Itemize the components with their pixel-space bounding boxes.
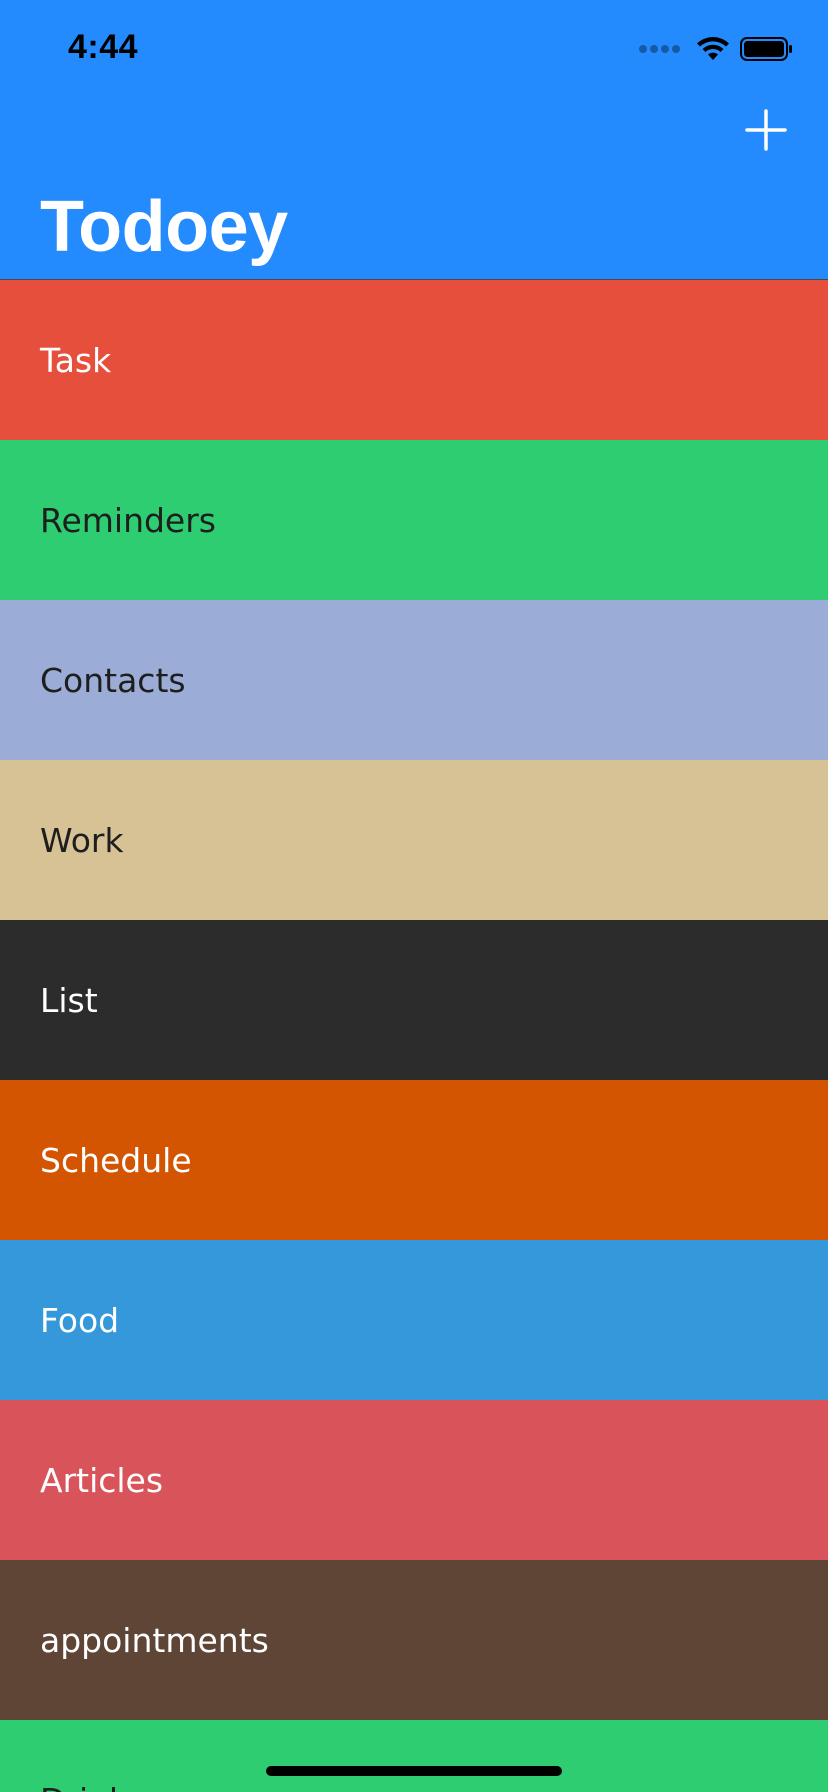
category-row-articles[interactable]: Articles — [0, 1400, 828, 1560]
category-row-task[interactable]: Task — [0, 280, 828, 440]
category-row-appointments[interactable]: appointments — [0, 1560, 828, 1720]
category-row-schedule[interactable]: Schedule — [0, 1080, 828, 1240]
category-label: Contacts — [40, 660, 186, 700]
category-label: Drinks — [40, 1781, 145, 1792]
category-row-list[interactable]: List — [0, 920, 828, 1080]
add-category-button[interactable] — [744, 108, 788, 152]
category-label: appointments — [40, 1620, 269, 1660]
navigation-bar: 4:44 Todoey — [0, 0, 828, 280]
status-indicators — [639, 34, 794, 64]
category-list: Task Reminders Contacts Work List Schedu… — [0, 280, 828, 1792]
category-label: Work — [40, 820, 124, 860]
category-label: Task — [40, 340, 112, 380]
category-label: Reminders — [40, 500, 216, 540]
category-label: Articles — [40, 1460, 164, 1500]
status-time: 4:44 — [68, 28, 139, 66]
category-row-reminders[interactable]: Reminders — [0, 440, 828, 600]
category-row-work[interactable]: Work — [0, 760, 828, 920]
wifi-icon — [697, 37, 729, 60]
home-indicator — [266, 1766, 562, 1776]
category-row-drinks[interactable]: Drinks — [0, 1720, 828, 1792]
category-label: Schedule — [40, 1140, 192, 1180]
plus-icon — [745, 109, 787, 151]
todoey-screen: 4:44 Todoey Task Reminders Contacts Work… — [0, 0, 828, 1792]
page-title: Todoey — [40, 187, 288, 267]
cellular-signal-icon — [639, 45, 680, 53]
category-row-food[interactable]: Food — [0, 1240, 828, 1400]
category-label: List — [40, 980, 98, 1020]
battery-icon — [740, 37, 792, 61]
category-label: Food — [40, 1300, 120, 1340]
category-row-contacts[interactable]: Contacts — [0, 600, 828, 760]
